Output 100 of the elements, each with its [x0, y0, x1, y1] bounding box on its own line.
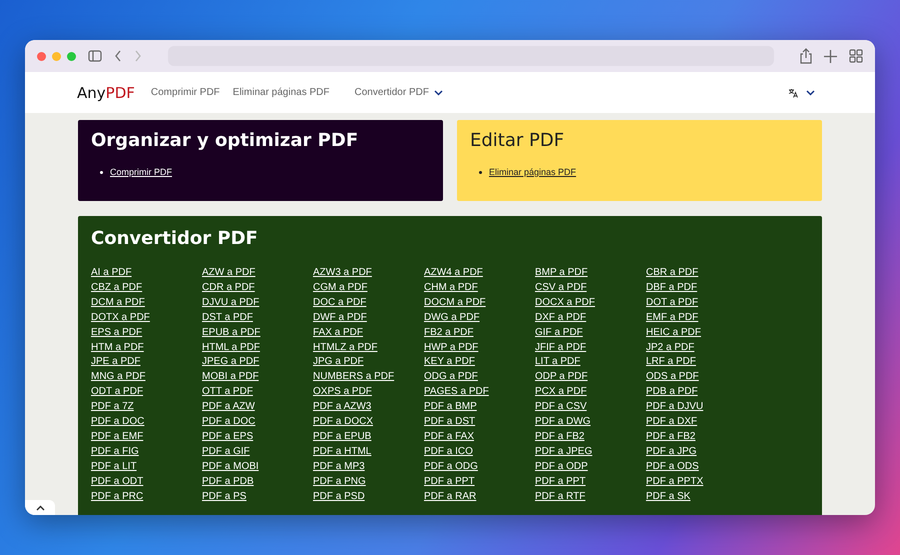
- converter-link[interactable]: HTMLZ a PDF: [313, 342, 378, 354]
- converter-link[interactable]: PDF a AZW: [202, 401, 255, 414]
- converter-link[interactable]: AZW a PDF: [202, 267, 256, 280]
- converter-link[interactable]: CGM a PDF: [313, 282, 368, 295]
- converter-link[interactable]: FB2 a PDF: [424, 326, 474, 340]
- converter-link[interactable]: LRF a PDF: [646, 356, 696, 370]
- converter-link[interactable]: PDF a PS: [202, 490, 246, 504]
- converter-link[interactable]: JPE a PDF: [91, 356, 140, 370]
- converter-link[interactable]: ODG a PDF: [424, 371, 478, 384]
- plus-icon[interactable]: [824, 50, 837, 62]
- converter-link[interactable]: FAX a PDF: [313, 326, 364, 340]
- sidebar-icon[interactable]: [88, 50, 102, 62]
- converter-link[interactable]: GIF a PDF: [535, 326, 583, 340]
- converter-link[interactable]: EPUB a PDF: [202, 326, 260, 340]
- converter-link[interactable]: DJVU a PDF: [202, 296, 260, 310]
- converter-link[interactable]: EMF a PDF: [646, 312, 698, 325]
- converter-link[interactable]: PDF a DJVU: [646, 401, 704, 414]
- converter-link[interactable]: PDF a ODS: [646, 460, 699, 474]
- converter-link[interactable]: MOBI a PDF: [202, 371, 259, 384]
- converter-link[interactable]: PDF a ODG: [424, 460, 478, 474]
- nav-link[interactable]: Eliminar páginas PDF: [232, 87, 330, 98]
- scroll-up-button[interactable]: [25, 500, 55, 515]
- converter-link[interactable]: PDF a ODP: [535, 460, 588, 474]
- converter-link[interactable]: PDF a DST: [424, 416, 476, 429]
- converter-link[interactable]: PDF a PDB: [202, 476, 254, 489]
- converter-link[interactable]: PAGES a PDF: [424, 386, 489, 400]
- converter-link[interactable]: ODT a PDF: [91, 386, 144, 400]
- back-icon[interactable]: [114, 50, 122, 62]
- converter-link[interactable]: JPG a PDF: [313, 356, 364, 370]
- converter-link[interactable]: PDF a PSD: [313, 490, 365, 504]
- converter-link[interactable]: PDF a SK: [646, 490, 690, 504]
- converter-link[interactable]: DST a PDF: [202, 312, 253, 325]
- converter-link[interactable]: PDF a 7Z: [91, 401, 134, 414]
- converter-link[interactable]: PDF a DXF: [646, 416, 698, 429]
- converter-link[interactable]: PDF a FAX: [424, 430, 474, 444]
- converter-link[interactable]: PDF a EPS: [202, 430, 254, 444]
- converter-link[interactable]: PDF a DOC: [202, 416, 256, 429]
- converter-link[interactable]: AZW3 a PDF: [313, 267, 372, 280]
- converter-link[interactable]: PDF a ICO: [424, 446, 473, 459]
- section-link[interactable]: Comprimir PDF: [110, 167, 172, 177]
- converter-link[interactable]: DWF a PDF: [313, 312, 367, 325]
- converter-link[interactable]: PDB a PDF: [646, 386, 698, 400]
- converter-link[interactable]: LIT a PDF: [535, 356, 580, 370]
- converter-link[interactable]: CBR a PDF: [646, 267, 698, 280]
- converter-link[interactable]: CHM a PDF: [424, 282, 478, 295]
- converter-link[interactable]: PCX a PDF: [535, 386, 587, 400]
- converter-link[interactable]: AZW4 a PDF: [424, 267, 483, 280]
- nav-link[interactable]: Comprimir PDF: [150, 87, 220, 98]
- converter-link[interactable]: PDF a PRC: [91, 490, 144, 504]
- converter-link[interactable]: AI a PDF: [91, 267, 132, 280]
- converter-link[interactable]: JFIF a PDF: [535, 342, 586, 354]
- converter-link[interactable]: PDF a LIT: [91, 460, 137, 474]
- converter-link[interactable]: PDF a MOBI: [202, 460, 259, 474]
- converter-link[interactable]: ODP a PDF: [535, 371, 588, 384]
- converter-link[interactable]: HEIC a PDF: [646, 326, 702, 340]
- converter-link[interactable]: PDF a DOCX: [313, 416, 374, 429]
- converter-link[interactable]: ODS a PDF: [646, 371, 699, 384]
- site-logo[interactable]: AnyPDF: [77, 84, 135, 102]
- converter-link[interactable]: PDF a GIF: [202, 446, 250, 459]
- converter-link[interactable]: HTM a PDF: [91, 342, 144, 354]
- converter-link[interactable]: OTT a PDF: [202, 386, 253, 400]
- converter-link[interactable]: DXF a PDF: [535, 312, 586, 325]
- converter-link[interactable]: PDF a PPT: [535, 476, 586, 489]
- converter-link[interactable]: PDF a PPTX: [646, 476, 704, 489]
- converter-link[interactable]: PDF a MP3: [313, 460, 365, 474]
- converter-link[interactable]: PDF a DWG: [535, 416, 591, 429]
- converter-link[interactable]: PDF a JPG: [646, 446, 697, 459]
- converter-link[interactable]: DBF a PDF: [646, 282, 698, 295]
- converter-link[interactable]: PDF a FB2: [535, 430, 584, 444]
- converter-link[interactable]: HTML a PDF: [202, 342, 260, 354]
- converter-link[interactable]: CSV a PDF: [535, 282, 587, 295]
- converter-link[interactable]: PDF a EPUB: [313, 430, 372, 444]
- converter-link[interactable]: DOT a PDF: [646, 296, 698, 310]
- close-button[interactable]: [37, 52, 46, 60]
- converter-link[interactable]: DCM a PDF: [91, 296, 145, 310]
- converter-link[interactable]: PDF a AZW3: [313, 401, 372, 414]
- converter-link[interactable]: PDF a JPEG: [535, 446, 592, 459]
- converter-link[interactable]: CBZ a PDF: [91, 282, 142, 295]
- converter-link[interactable]: PDF a ODT: [91, 476, 144, 489]
- converter-link[interactable]: NUMBERS a PDF: [313, 371, 394, 384]
- converter-link[interactable]: HWP a PDF: [424, 342, 478, 354]
- converter-link[interactable]: PDF a PPT: [424, 476, 475, 489]
- converter-link[interactable]: PDF a HTML: [313, 446, 372, 459]
- converter-link[interactable]: BMP a PDF: [535, 267, 588, 280]
- converter-link[interactable]: DOC a PDF: [313, 296, 366, 310]
- converter-link[interactable]: DOCX a PDF: [535, 296, 596, 310]
- converter-link[interactable]: CDR a PDF: [202, 282, 255, 295]
- converter-link[interactable]: KEY a PDF: [424, 356, 475, 370]
- converter-link[interactable]: PDF a EMF: [91, 430, 144, 444]
- converter-link[interactable]: DWG a PDF: [424, 312, 480, 325]
- converter-link[interactable]: PDF a FIG: [91, 446, 139, 459]
- converter-link[interactable]: PDF a BMP: [424, 401, 477, 414]
- converter-link[interactable]: PDF a PNG: [313, 476, 366, 489]
- nav-dropdown[interactable]: Convertidor PDF: [354, 87, 443, 98]
- converter-link[interactable]: PDF a RAR: [424, 490, 476, 504]
- converter-link[interactable]: EPS a PDF: [91, 326, 142, 340]
- converter-link[interactable]: JPEG a PDF: [202, 356, 260, 370]
- converter-link[interactable]: PDF a DOC: [91, 416, 144, 429]
- converter-link[interactable]: DOTX a PDF: [91, 312, 150, 325]
- converter-link[interactable]: PDF a FB2: [646, 430, 696, 444]
